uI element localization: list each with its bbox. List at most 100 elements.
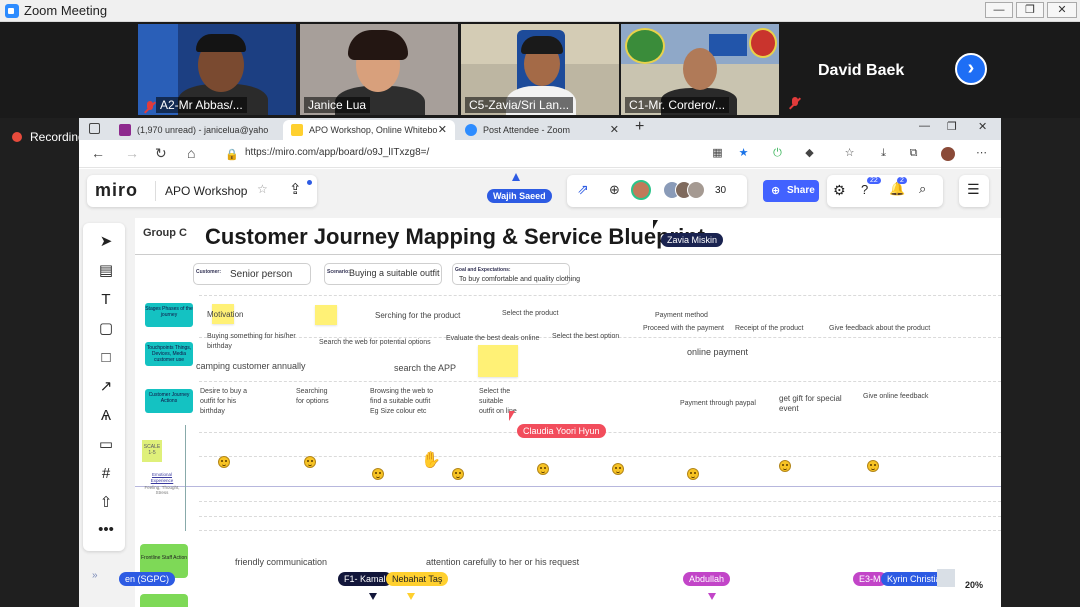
- journey-text[interactable]: Payment through paypal: [680, 399, 756, 409]
- sticky-note[interactable]: [478, 345, 518, 377]
- smiley-icon[interactable]: [612, 463, 624, 475]
- text-tool-icon[interactable]: T: [97, 291, 115, 309]
- goal-box[interactable]: Goal and Expectations: To buy comfortabl…: [452, 263, 580, 285]
- participant-tile-1[interactable]: A2-Mr Abbas/...: [138, 24, 296, 115]
- stages-row-label[interactable]: Stages Phases of the journey: [145, 303, 193, 327]
- comment-tool-icon[interactable]: ▭: [97, 436, 115, 454]
- scenario-box[interactable]: Scenario: Buying a suitable outfit: [324, 263, 442, 285]
- touchpoint-text[interactable]: Buying something for his/her birthday: [207, 332, 311, 352]
- stage-text[interactable]: Payment method: [655, 311, 708, 321]
- smiley-icon[interactable]: [304, 456, 316, 468]
- smiley-icon[interactable]: [779, 460, 791, 472]
- smiley-icon[interactable]: [537, 463, 549, 475]
- touchpoint-text[interactable]: search the APP: [394, 363, 456, 373]
- touchpoint-text[interactable]: camping customer annually: [196, 361, 306, 371]
- stage-text[interactable]: Receipt of the product: [735, 324, 804, 334]
- more-tools-icon[interactable]: •••: [97, 521, 115, 539]
- smiley-icon[interactable]: [452, 468, 464, 480]
- miro-logo[interactable]: miro: [95, 180, 138, 201]
- stage-text[interactable]: Give feedback about the product: [829, 324, 930, 334]
- new-tab-button[interactable]: +: [635, 118, 644, 136]
- scale-note[interactable]: SCALE 1-5: [142, 440, 162, 462]
- share-button[interactable]: ⊕ Share: [763, 180, 819, 202]
- close-tab-icon[interactable]: ✕: [610, 123, 619, 136]
- minimap-icon[interactable]: [937, 569, 955, 587]
- journey-text[interactable]: get gift for special event: [779, 394, 849, 414]
- invite-icon[interactable]: ⊕: [609, 182, 620, 198]
- participant-tile-4[interactable]: C1-Mr. Cordero/...: [621, 24, 779, 115]
- smiley-icon[interactable]: [372, 468, 384, 480]
- tab-gmail[interactable]: (1,970 unread) - janicelua@yaho: [111, 120, 281, 140]
- smiley-icon[interactable]: [867, 460, 879, 472]
- shape-tool-icon[interactable]: □: [97, 349, 115, 367]
- board-canvas[interactable]: Group C Customer Journey Mapping & Servi…: [135, 218, 1001, 607]
- sticky-note[interactable]: [315, 305, 337, 325]
- stage-text[interactable]: Select the product: [502, 309, 558, 319]
- stage-text[interactable]: Motivation: [207, 310, 243, 320]
- customer-box[interactable]: Customer: Senior person: [193, 263, 311, 285]
- reactions-icon[interactable]: ⇗: [577, 181, 589, 198]
- zoom-control[interactable]: 20%: [937, 569, 985, 593]
- touchpoint-text[interactable]: Search the web for potential options: [319, 338, 431, 348]
- extension-2-icon[interactable]: ◆: [803, 147, 816, 160]
- journey-text[interactable]: Browsing the web to find a suitable outf…: [370, 387, 440, 417]
- export-icon[interactable]: ⇪: [289, 180, 302, 198]
- star-icon[interactable]: ☆: [257, 182, 268, 196]
- pen-tool-icon[interactable]: Ѧ: [97, 407, 115, 425]
- minimize-button[interactable]: —: [985, 2, 1013, 18]
- extension-icon[interactable]: ⏻: [771, 147, 784, 160]
- touchpoints-row-label[interactable]: Touchpoints Things, Devices, Media custo…: [145, 342, 193, 366]
- qr-icon[interactable]: ▦: [711, 147, 724, 160]
- downloads-icon[interactable]: ⤓: [877, 147, 890, 160]
- tab-zoom[interactable]: Post Attendee - Zoom ✕: [457, 120, 627, 140]
- emotional-row-label[interactable]: Emotional Experience: [142, 472, 182, 484]
- lock-icon[interactable]: 🔒: [225, 148, 239, 161]
- frame-tool-icon[interactable]: #: [97, 465, 115, 483]
- journey-text[interactable]: Desire to buy a outfit for his birthday: [200, 387, 260, 417]
- more-menu-icon[interactable]: ⋯: [975, 147, 988, 160]
- sticky-note-tool-icon[interactable]: ▢: [97, 320, 115, 338]
- settings-sliders-icon[interactable]: ⚙: [833, 182, 846, 199]
- search-icon[interactable]: ⌕: [919, 181, 926, 197]
- favorites-icon[interactable]: ☆: [843, 147, 856, 160]
- participant-tile-3[interactable]: C5-Zavia/Sri Lan...: [461, 24, 619, 115]
- refresh-icon[interactable]: ↻: [155, 145, 167, 162]
- url-field[interactable]: https://miro.com/app/board/o9J_lITxzg8=/: [245, 147, 429, 158]
- tab-miro[interactable]: APO Workshop, Online Whitebo ✕: [283, 120, 455, 140]
- select-tool-icon[interactable]: ➤: [97, 233, 115, 251]
- participant-tile-2[interactable]: Janice Lua: [300, 24, 458, 115]
- frontline-text[interactable]: friendly communication: [235, 557, 327, 567]
- journey-row-label[interactable]: Customer Journey Actions: [145, 389, 193, 413]
- collaborator-count[interactable]: 30: [715, 185, 726, 196]
- journey-text[interactable]: Give online feedback: [863, 392, 928, 402]
- minimize-browser-button[interactable]: —: [919, 120, 930, 132]
- touchpoint-text[interactable]: online payment: [687, 347, 748, 357]
- avatar[interactable]: [631, 180, 651, 200]
- restore-browser-button[interactable]: ❐: [947, 120, 957, 133]
- frontline-text[interactable]: attention carefully to her or his reques…: [426, 557, 579, 567]
- close-window-button[interactable]: ✕: [1047, 2, 1077, 18]
- stage-text[interactable]: Serching for the product: [375, 311, 460, 321]
- smiley-icon[interactable]: [687, 468, 699, 480]
- collections-icon[interactable]: ⧉: [907, 147, 920, 160]
- backstage-row-label[interactable]: [140, 594, 188, 607]
- maximize-button[interactable]: ❐: [1016, 2, 1044, 18]
- help-icon[interactable]: ?: [861, 182, 868, 197]
- templates-icon[interactable]: ▤: [97, 262, 115, 280]
- close-browser-button[interactable]: ✕: [978, 120, 987, 133]
- favorite-star-icon[interactable]: ★: [737, 147, 750, 160]
- collapse-icon[interactable]: »: [92, 570, 98, 581]
- stage-text[interactable]: Select the best option: [552, 332, 619, 342]
- close-tab-icon[interactable]: ✕: [438, 123, 447, 136]
- connector-tool-icon[interactable]: ↗: [97, 378, 115, 396]
- avatar[interactable]: [687, 181, 705, 199]
- tab-actions-icon[interactable]: [89, 123, 100, 134]
- back-icon[interactable]: ←: [91, 145, 105, 161]
- journey-text[interactable]: Searching for options: [296, 387, 332, 407]
- miro-board[interactable]: Group C Customer Journey Mapping & Servi…: [79, 169, 1001, 607]
- upload-tool-icon[interactable]: ⇧: [97, 494, 115, 512]
- board-name[interactable]: APO Workshop: [165, 184, 247, 198]
- stage-text[interactable]: Proceed with the payment: [643, 324, 724, 334]
- notes-menu-icon[interactable]: ☰: [967, 181, 980, 198]
- forward-icon[interactable]: →: [125, 145, 139, 161]
